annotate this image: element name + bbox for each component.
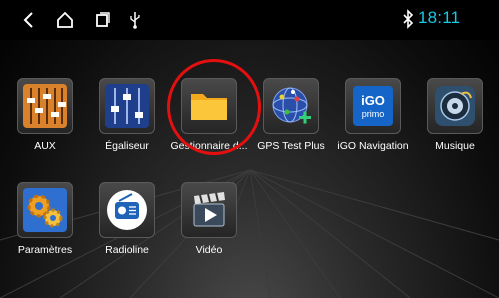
aux-fader-icon <box>17 78 73 134</box>
app-label: GPS Test Plus <box>257 140 325 152</box>
recent-apps-icon[interactable] <box>95 10 111 30</box>
app-label: iGO Navigation <box>337 140 409 152</box>
settings-gears-icon <box>17 182 73 238</box>
highlight-circle <box>167 59 261 155</box>
app-label: Égaliseur <box>105 140 149 152</box>
music-speaker-icon <box>427 78 483 134</box>
app-label: Paramètres <box>17 244 73 256</box>
svg-text:iGO: iGO <box>361 93 385 108</box>
app-label: AUX <box>34 140 56 152</box>
home-icon[interactable] <box>56 10 74 30</box>
radio-icon <box>99 182 155 238</box>
app-label: Radioline <box>105 244 149 256</box>
igo-primo-icon: iGO primo <box>345 78 401 134</box>
app-label: Vidéo <box>195 244 223 256</box>
status-bar: 18:11 <box>0 0 499 40</box>
clock-time: 18:11 <box>418 8 461 27</box>
app-label: Musique <box>435 140 475 152</box>
usb-icon <box>130 12 140 29</box>
equalizer-sliders-icon <box>99 78 155 134</box>
video-clapper-icon <box>181 182 237 238</box>
launcher-screen: 18:11 AUX Égaliseur Gestionnaire d... GP… <box>0 0 499 298</box>
back-icon[interactable] <box>22 10 36 30</box>
svg-text:primo: primo <box>362 109 385 119</box>
bluetooth-icon <box>403 9 414 29</box>
gps-globe-icon <box>263 78 319 134</box>
